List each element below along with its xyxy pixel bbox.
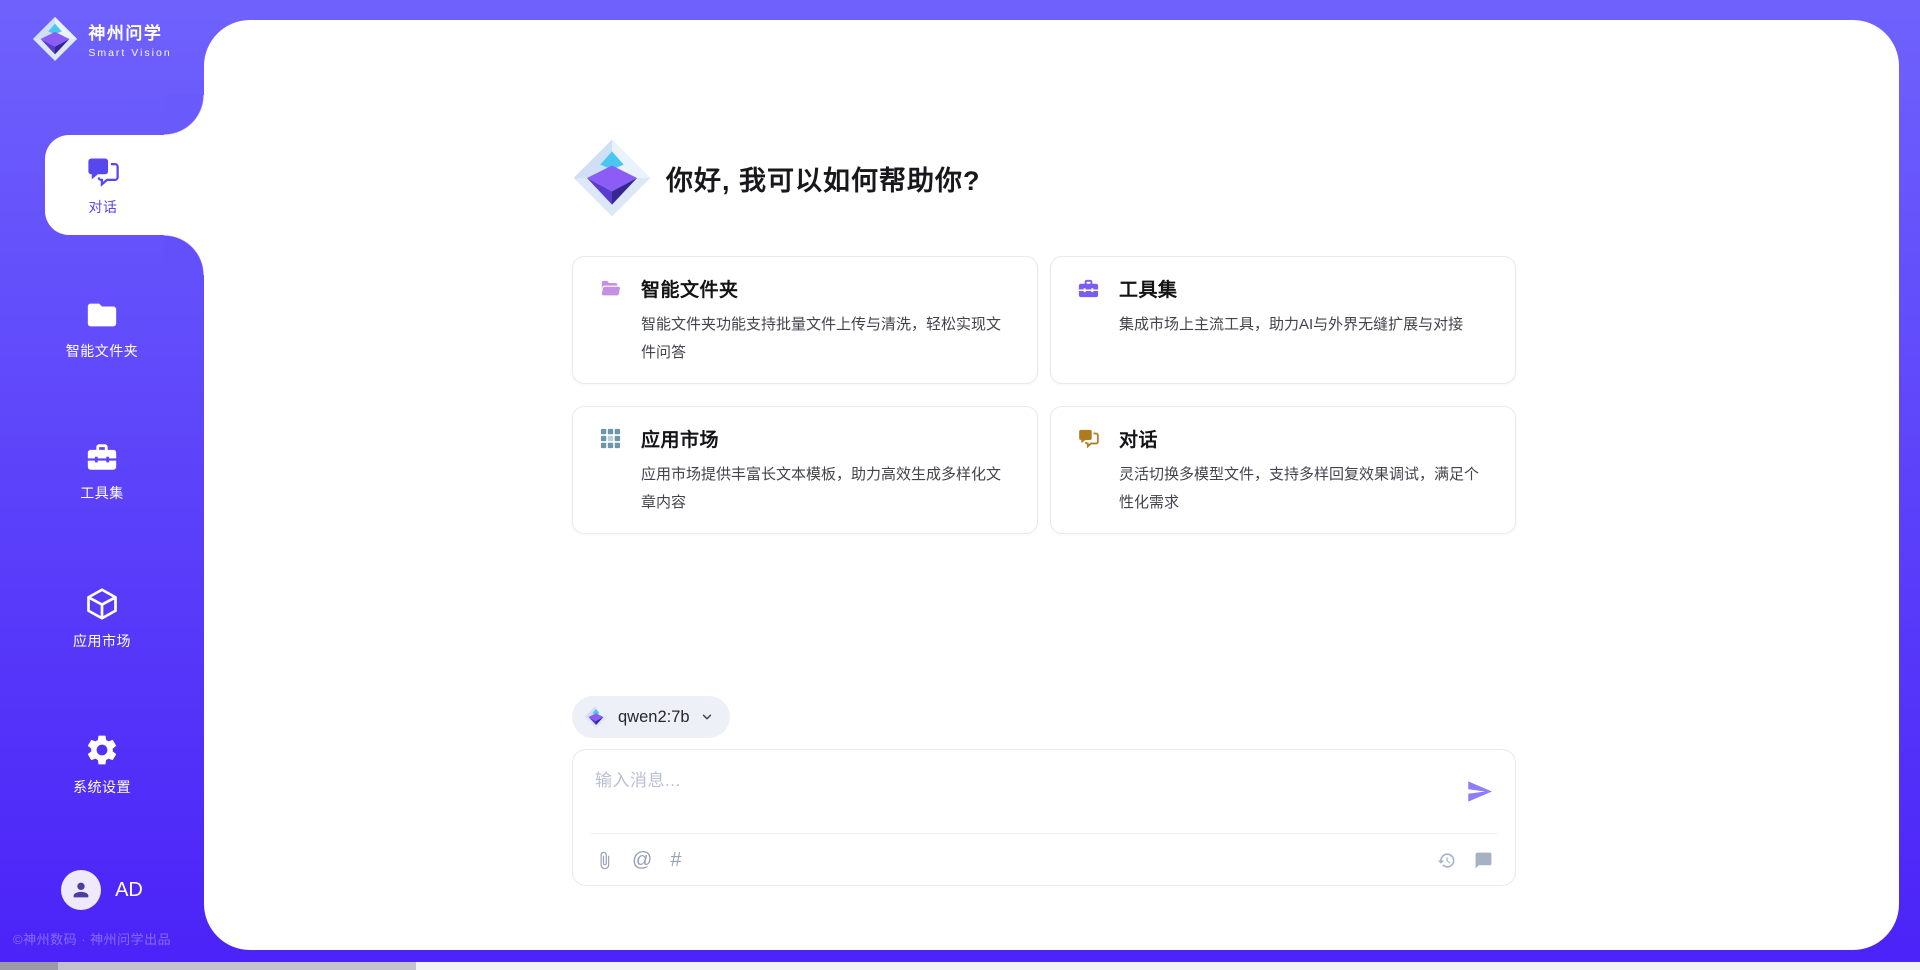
grid-icon	[599, 427, 622, 450]
card-app-market[interactable]: 应用市场 应用市场提供丰富长文本模板，助力高效生成多样化文章内容	[572, 406, 1038, 534]
folder-icon	[85, 298, 119, 332]
greeting: 你好, 我可以如何帮助你?	[572, 138, 981, 218]
sidebar-item-label: 对话	[89, 197, 118, 217]
card-description: 集成市场上主流工具，助力AI与外界无缝扩展与对接	[1119, 311, 1489, 339]
composer: 输入消息... @ #	[572, 749, 1516, 886]
greeting-logo-icon	[572, 138, 652, 218]
brand: 神州问学 Smart Vision	[0, 16, 204, 62]
scrollbar-thumb[interactable]	[58, 962, 416, 970]
sidebar-item-label: 系统设置	[73, 777, 131, 797]
history-icon[interactable]	[1437, 851, 1456, 870]
sidebar: 神州问学 Smart Vision 对话 智能文件夹	[0, 0, 204, 970]
sidebar-item-label: 工具集	[80, 483, 124, 503]
model-logo-icon	[584, 705, 608, 729]
horizontal-scrollbar	[0, 962, 1920, 970]
paperclip-icon[interactable]	[595, 851, 614, 870]
toolbox-icon	[85, 440, 119, 474]
cube-icon	[84, 586, 120, 622]
feature-cards: 智能文件夹 智能文件夹功能支持批量文件上传与清洗，轻松实现文件问答 工具集 集成…	[572, 256, 1516, 534]
brand-subtitle: Smart Vision	[88, 47, 171, 59]
folder-open-icon	[599, 277, 622, 300]
user-initials: AD	[115, 879, 143, 902]
sidebar-item-toolset[interactable]: 工具集	[0, 440, 204, 503]
sidebar-item-label: 应用市场	[73, 631, 131, 651]
composer-tools: @ #	[595, 834, 681, 886]
card-title: 应用市场	[641, 425, 719, 452]
model-selector[interactable]: qwen2:7b	[572, 696, 730, 738]
chat-bubbles-icon	[1077, 427, 1100, 450]
user-profile[interactable]: AD	[0, 870, 204, 910]
card-description: 智能文件夹功能支持批量文件上传与清洗，轻松实现文件问答	[641, 311, 1011, 367]
sidebar-item-smart-folder[interactable]: 智能文件夹	[0, 298, 204, 361]
card-title: 智能文件夹	[641, 275, 739, 302]
composer-extra-tools	[1437, 834, 1493, 886]
scrollbar-corner	[0, 962, 58, 970]
avatar	[61, 870, 101, 910]
brand-text: 神州问学 Smart Vision	[88, 19, 171, 59]
chevron-down-icon	[700, 710, 714, 724]
sidebar-item-label: 智能文件夹	[66, 341, 139, 361]
person-icon	[70, 879, 92, 901]
greeting-title: 你好, 我可以如何帮助你?	[666, 159, 981, 198]
sidebar-item-settings[interactable]: 系统设置	[0, 732, 204, 797]
card-description: 应用市场提供丰富长文本模板，助力高效生成多样化文章内容	[641, 461, 1011, 517]
composer-divider	[591, 833, 1497, 834]
at-icon[interactable]: @	[632, 850, 652, 870]
send-icon[interactable]	[1466, 778, 1493, 805]
card-chat[interactable]: 对话 灵活切换多模型文件，支持多样回复效果调试，满足个性化需求	[1050, 406, 1516, 534]
chat-bubbles-icon	[85, 154, 121, 190]
card-title: 对话	[1119, 425, 1158, 452]
gear-icon	[84, 732, 120, 768]
card-smart-folder[interactable]: 智能文件夹 智能文件夹功能支持批量文件上传与清洗，轻松实现文件问答	[572, 256, 1038, 384]
model-name: qwen2:7b	[618, 708, 690, 727]
sidebar-item-chat[interactable]: 对话	[45, 135, 205, 235]
brand-logo-icon	[32, 16, 78, 62]
card-toolset[interactable]: 工具集 集成市场上主流工具，助力AI与外界无缝扩展与对接	[1050, 256, 1516, 384]
chat-bubble-icon[interactable]	[1474, 851, 1493, 870]
message-input[interactable]: 输入消息...	[595, 766, 1445, 791]
brand-name: 神州问学	[88, 19, 171, 44]
card-description: 灵活切换多模型文件，支持多样回复效果调试，满足个性化需求	[1119, 461, 1489, 517]
toolbox-icon	[1077, 277, 1100, 300]
card-title: 工具集	[1119, 275, 1178, 302]
sidebar-footer-text: ©神州数码 · 神州问学出品	[13, 929, 171, 948]
hash-icon[interactable]: #	[670, 850, 681, 870]
sidebar-item-app-market[interactable]: 应用市场	[0, 586, 204, 651]
